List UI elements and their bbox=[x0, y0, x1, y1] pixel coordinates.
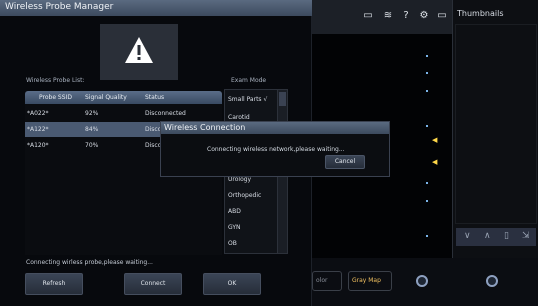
warning-icon bbox=[125, 37, 153, 63]
column-header[interactable]: Status bbox=[145, 94, 164, 101]
knob-icon[interactable] bbox=[416, 275, 428, 287]
top-toolbar: ▭ ≋ ? ⚙ ▭ bbox=[312, 0, 452, 34]
dialog-message: Connecting wireless network,please waiti… bbox=[207, 146, 345, 153]
probe-status: Disconnected bbox=[145, 110, 186, 117]
signal-quality: 70% bbox=[85, 142, 99, 149]
trash-icon[interactable]: ▯ bbox=[504, 231, 509, 241]
chevron-up-icon[interactable]: ∧ bbox=[484, 231, 491, 241]
probe-list-label: Wireless Probe List: bbox=[26, 77, 85, 84]
battery-icon: ▭ bbox=[363, 10, 373, 21]
warning-panel bbox=[100, 24, 178, 80]
color-button[interactable]: olor bbox=[312, 271, 342, 291]
depth-tick bbox=[426, 90, 428, 92]
gray-map-button[interactable]: Gray Map bbox=[348, 271, 392, 291]
depth-tick bbox=[426, 72, 428, 74]
depth-tick bbox=[426, 200, 428, 202]
dialog-title-bar: Wireless Connection bbox=[161, 122, 389, 134]
connect-button[interactable]: Connect bbox=[124, 273, 182, 295]
list-item[interactable]: Small Parts √ bbox=[228, 96, 267, 103]
list-item[interactable]: ABD bbox=[228, 208, 241, 215]
column-header[interactable]: Probe SSID bbox=[39, 94, 72, 101]
exam-mode-label: Exam Mode bbox=[231, 77, 267, 84]
status-message: Connecting wirless probe,please waiting.… bbox=[26, 259, 153, 266]
chevron-down-icon[interactable]: ∨ bbox=[464, 231, 471, 241]
cancel-button[interactable]: Cancel bbox=[325, 155, 365, 169]
window-title-bar: Wireless Probe Manager bbox=[0, 0, 312, 16]
wireless-connection-dialog: Wireless Connection Connecting wireless … bbox=[160, 121, 390, 177]
dialog-title: Wireless Connection bbox=[164, 123, 246, 132]
monitor-icon[interactable]: ▭ bbox=[436, 10, 448, 22]
depth-tick bbox=[426, 55, 428, 57]
probe-ssid: *A022* bbox=[27, 110, 49, 117]
probe-ssid: *A120* bbox=[27, 142, 49, 149]
focus-marker-icon: ◀ bbox=[432, 158, 438, 166]
scrollbar-thumb[interactable] bbox=[279, 92, 286, 106]
probe-status: Disco bbox=[145, 142, 162, 149]
list-item[interactable]: OB bbox=[228, 240, 237, 247]
thumbnails-title: Thumbnails bbox=[457, 9, 504, 18]
probe-status: Disco bbox=[145, 126, 162, 133]
refresh-button[interactable]: Refresh bbox=[25, 273, 83, 295]
window-title: Wireless Probe Manager bbox=[5, 2, 114, 12]
list-item[interactable]: Orthopedic bbox=[228, 192, 261, 199]
table-row[interactable]: *A022* 92% Disconnected bbox=[25, 106, 222, 121]
list-item[interactable]: Carotid bbox=[228, 114, 250, 121]
probe-table-header: Probe SSID Signal Quality Status bbox=[25, 91, 222, 104]
depth-tick bbox=[426, 235, 428, 237]
column-header[interactable]: Signal Quality bbox=[85, 94, 127, 101]
thumbnails-area bbox=[455, 24, 537, 224]
list-item[interactable]: GYN bbox=[228, 224, 241, 231]
probe-ssid: *A122* bbox=[27, 126, 49, 133]
depth-tick bbox=[426, 182, 428, 184]
signal-quality: 84% bbox=[85, 126, 99, 133]
settings-icon[interactable]: ⚙ bbox=[418, 10, 430, 22]
knob-icon[interactable] bbox=[486, 275, 498, 287]
thumbnail-controls: ∨ ∧ ▯ ⇲ bbox=[456, 228, 536, 246]
focus-marker-icon: ◀ bbox=[432, 136, 438, 144]
depth-tick bbox=[426, 125, 428, 127]
ok-button[interactable]: OK bbox=[203, 273, 261, 295]
help-icon[interactable]: ? bbox=[400, 10, 412, 22]
signal-quality: 92% bbox=[85, 110, 99, 117]
export-icon[interactable]: ⇲ bbox=[522, 231, 530, 241]
wifi-icon[interactable]: ≋ bbox=[382, 10, 394, 22]
list-item[interactable]: Urology bbox=[228, 176, 251, 183]
